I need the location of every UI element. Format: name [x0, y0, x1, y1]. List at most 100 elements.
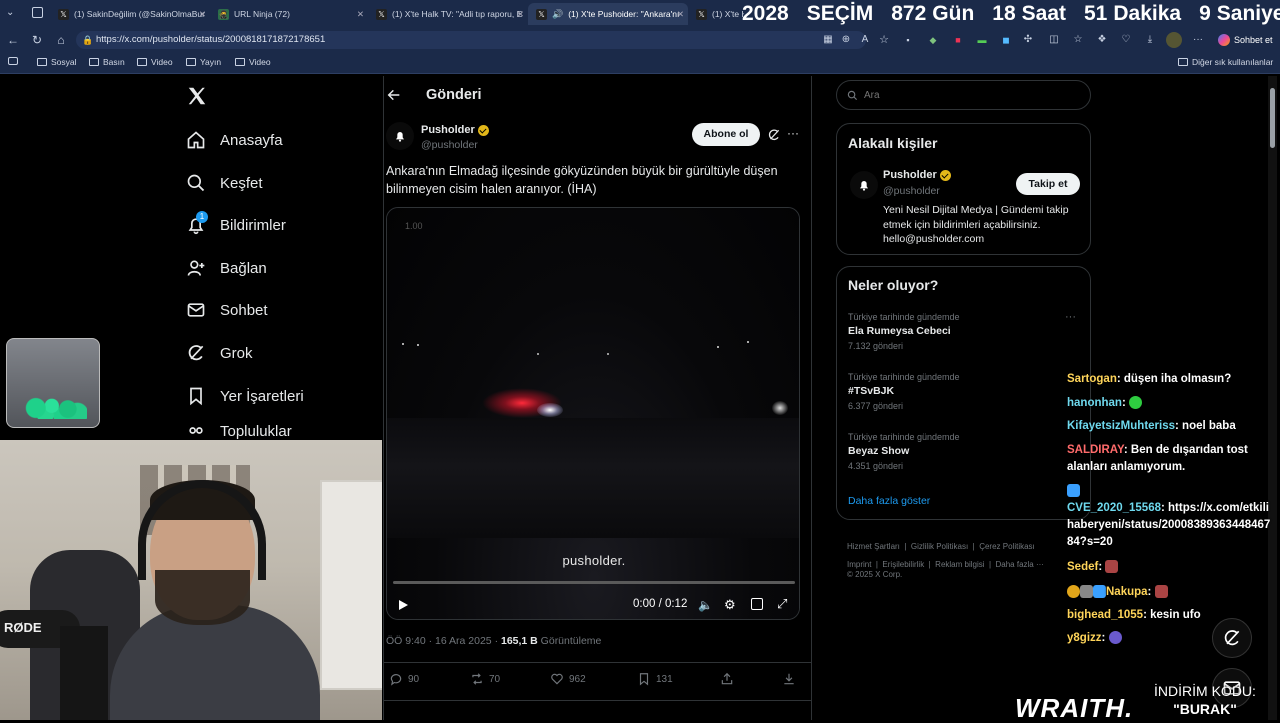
sidebar-item-grok[interactable]: Grok — [186, 338, 253, 368]
video-player[interactable]: 1.00 pusholder. 0:00 / 0:12 🔈 ⚙ ⤢ — [386, 207, 800, 620]
close-icon[interactable]: ✕ — [357, 9, 364, 20]
x-logo-icon: 𝕏 — [536, 8, 547, 20]
back-icon[interactable]: ← — [5, 32, 21, 48]
fullscreen-icon[interactable]: ⤢ — [777, 596, 787, 612]
profile-avatar[interactable] — [1166, 32, 1182, 48]
folder-icon — [235, 58, 245, 66]
footer-link[interactable]: Daha fazla ··· — [996, 560, 1044, 569]
close-icon[interactable]: ✕ — [199, 9, 206, 20]
share-icon[interactable] — [720, 672, 734, 686]
footer-link[interactable]: Çerez Politikası — [979, 542, 1035, 551]
author-handle[interactable]: @pusholder — [421, 139, 478, 151]
copilot-icon — [1218, 34, 1230, 46]
bookmark-folder[interactable]: Yayın — [186, 57, 221, 67]
bookmark-folder[interactable]: Video — [235, 57, 271, 67]
footer-link[interactable]: Gizlilik Politikası — [911, 542, 968, 551]
sidebar-item-home[interactable]: Anasayfa — [186, 125, 283, 155]
avatar[interactable] — [850, 171, 878, 199]
video-progress-track[interactable] — [393, 581, 795, 584]
sidebar-item-connect[interactable]: Bağlan — [186, 253, 267, 283]
show-more-link[interactable]: Daha fazla göster — [848, 495, 930, 507]
more-icon[interactable]: ··· — [1190, 32, 1206, 48]
extension-icon[interactable]: ◼ — [998, 32, 1014, 48]
tab-5[interactable]: 𝕏 (1) X'te H — [688, 3, 744, 25]
speaker-icon[interactable]: 🔊 — [552, 9, 563, 20]
extension-icon[interactable]: ▪ — [900, 32, 916, 48]
trend-more-icon[interactable]: ··· — [1065, 311, 1076, 323]
countdown-minutes-unit: Dakika — [1113, 2, 1182, 25]
trend-item[interactable]: Türkiye tarihinde gündemde Beyaz Show 4.… — [848, 432, 1078, 471]
play-icon[interactable] — [397, 599, 409, 611]
tab-1[interactable]: 𝕏 (1) SakinDeğilim (@SakinOlmaBur ✕ — [50, 3, 210, 25]
follow-button[interactable]: Takip et — [1016, 173, 1080, 195]
favorites-icon[interactable]: ☆ — [1070, 32, 1086, 48]
extension-icon[interactable]: ▬ — [974, 32, 990, 48]
repost-button[interactable]: 70 — [470, 672, 500, 686]
video-speed-label: 1.00 — [405, 221, 423, 231]
bookmark-folder[interactable]: Basın — [89, 57, 125, 67]
scrollbar-thumb[interactable] — [1270, 88, 1275, 148]
split-screen-icon[interactable]: ◫ — [1046, 32, 1062, 48]
star-icon[interactable]: ☆ — [876, 32, 892, 48]
countdown-days: 872 — [891, 2, 927, 25]
grok-float-button[interactable] — [1212, 618, 1252, 658]
settings-gear-icon[interactable]: ⚙ — [724, 597, 736, 613]
footer-link[interactable]: Erişilebilirlik — [882, 560, 924, 569]
reading-list-icon[interactable] — [8, 57, 18, 65]
collections-icon[interactable]: ❖ — [1094, 32, 1110, 48]
reply-button[interactable]: 90 — [389, 672, 419, 686]
sidebar-item-explore[interactable]: Keşfet — [186, 168, 263, 198]
home-icon — [187, 131, 205, 149]
other-bookmarks[interactable]: Diğer sık kullanılanlar — [1178, 57, 1273, 67]
post-timestamp[interactable]: ÖÖ 9:40 · 16 Ara 2025 · — [386, 635, 501, 647]
tab-2[interactable]: 🥷 URL Ninja (72) ✕ — [210, 3, 368, 25]
extension-icon[interactable]: ◆ — [925, 32, 941, 48]
zoom-icon[interactable]: ⊕ — [838, 32, 854, 48]
back-arrow-icon[interactable] — [386, 87, 402, 103]
lock-icon[interactable]: 🔒 — [82, 31, 93, 49]
face-emote-icon — [1154, 585, 1168, 599]
puzzle-icon[interactable]: ✣ — [1020, 32, 1036, 48]
download-icon[interactable] — [782, 672, 796, 686]
bookmark-folder[interactable]: Sosyal — [37, 57, 77, 67]
sidebar-item-chat[interactable]: Sohbet — [186, 295, 268, 325]
like-button[interactable]: 962 — [550, 672, 586, 686]
close-icon[interactable]: ✕ — [677, 9, 684, 20]
home-icon[interactable]: ⌂ — [53, 32, 69, 48]
footer-link[interactable]: Imprint — [847, 560, 871, 569]
bookmark-folder[interactable]: Video — [137, 57, 173, 67]
search-input[interactable] — [864, 89, 1064, 101]
search-box[interactable] — [836, 80, 1091, 110]
close-icon[interactable]: ✕ — [517, 9, 524, 20]
grok-explain-icon[interactable] — [767, 128, 781, 142]
heart-icon[interactable]: ♡ — [1118, 32, 1134, 48]
download-icon[interactable]: ⤓ — [1142, 32, 1158, 48]
tab-3[interactable]: 𝕏 (1) X'te Halk TV: "Adli tıp raporu, E … — [368, 3, 528, 25]
author-name-row[interactable]: Pusholder — [421, 124, 489, 136]
folder-icon — [186, 58, 196, 66]
trend-item[interactable]: Türkiye tarihinde gündemde Ela Rumeysa C… — [848, 312, 1078, 351]
url-field[interactable]: 🔒 https://x.com/pusholder/status/2000818… — [76, 31, 866, 49]
subscribe-button[interactable]: Abone ol — [692, 123, 760, 146]
bookmark-button[interactable]: 131 — [637, 672, 673, 686]
grid-icon[interactable]: ▦ — [820, 32, 836, 48]
refresh-icon[interactable]: ↻ — [29, 32, 45, 48]
tab-list-chevron-icon[interactable]: ⌄ — [6, 7, 20, 21]
workspaces-icon[interactable] — [32, 7, 43, 18]
copilot-chat-button[interactable]: Sohbet et — [1212, 31, 1279, 49]
footer-link[interactable]: Reklam bilgisi — [935, 560, 984, 569]
avatar[interactable] — [386, 122, 414, 150]
sidebar-item-communities[interactable]: Topluluklar — [186, 423, 292, 439]
more-options-icon[interactable]: ··· — [787, 126, 799, 140]
x-logo-icon[interactable] — [186, 85, 208, 107]
volume-icon[interactable]: 🔈 — [698, 598, 713, 612]
footer-link[interactable]: Hizmet Şartları — [847, 542, 900, 551]
read-aloud-icon[interactable]: A — [857, 32, 873, 48]
pip-icon[interactable] — [751, 598, 763, 610]
sidebar-item-notifications[interactable]: 1 Bildirimler — [186, 210, 286, 240]
related-name-row[interactable]: Pusholder — [883, 169, 951, 181]
tab-4-active[interactable]: 𝕏 🔊 (1) X'te Pushoider: "Ankara'nı ✕ — [528, 3, 688, 25]
extension-icon[interactable]: ■ — [950, 32, 966, 48]
sidebar-item-bookmarks[interactable]: Yer İşaretleri — [186, 381, 304, 411]
trend-item[interactable]: Türkiye tarihinde gündemde #TSvBJK 6.377… — [848, 372, 1078, 411]
